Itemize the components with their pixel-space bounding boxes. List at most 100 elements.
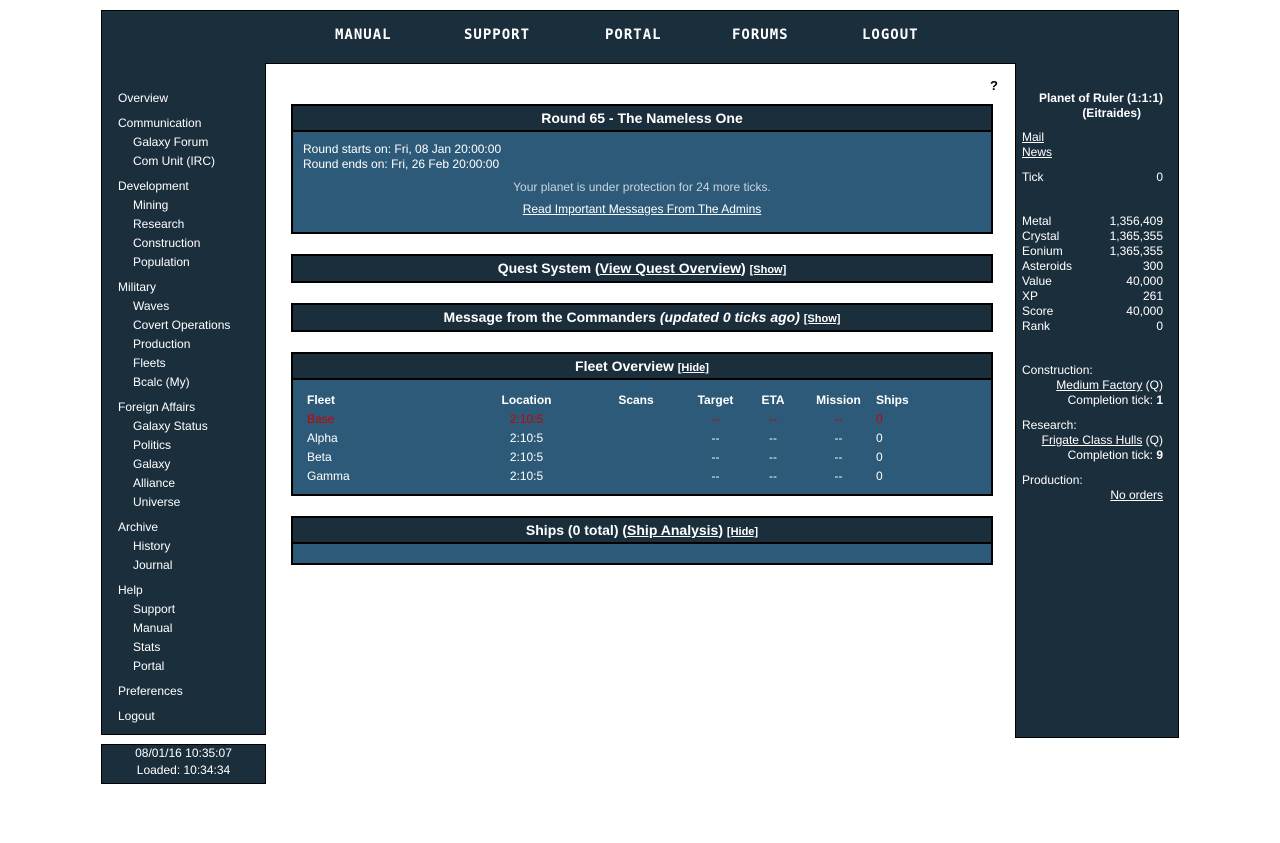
col-header-mission: Mission — [816, 392, 861, 407]
fleet-scans — [586, 428, 686, 447]
fleet-location: 2:10:5 — [509, 430, 544, 445]
sidebar-item-manual[interactable]: Manual — [133, 621, 172, 635]
sidebar-item-population[interactable]: Population — [133, 255, 190, 269]
sidebar-item-mining[interactable]: Mining — [133, 198, 168, 212]
fleet-target: -- — [711, 411, 720, 426]
sidebar-item-fleets[interactable]: Fleets — [133, 356, 166, 370]
fleet-name: Alpha — [307, 430, 338, 445]
view-quest-overview-link[interactable]: View Quest Overview — [600, 260, 741, 276]
fleet-scans — [586, 466, 686, 485]
col-header-scans: Scans — [618, 392, 654, 407]
quest-title-close: ) — [741, 260, 746, 276]
quest-title: Quest System ( — [497, 260, 600, 276]
ships-hide-toggle[interactable]: [Hide] — [727, 526, 758, 538]
sidebar-item-waves[interactable]: Waves — [133, 299, 169, 313]
top-nav-forums[interactable]: FORUMS — [732, 27, 789, 43]
fleet-ships: 0 — [876, 430, 883, 445]
sidebar-item-stats[interactable]: Stats — [133, 640, 160, 654]
ship-analysis-link[interactable]: Ship Analysis — [627, 522, 718, 538]
sidebar-item-production[interactable]: Production — [133, 337, 190, 351]
top-nav-logout[interactable]: LOGOUT — [862, 27, 919, 43]
fleet-target: -- — [711, 449, 720, 464]
sidebar-item-archive[interactable]: Archive — [118, 520, 158, 534]
sidebar-item-development[interactable]: Development — [118, 179, 189, 193]
left-sidebar: Overview Communication Galaxy Forum Com … — [101, 63, 266, 735]
construction-item-link[interactable]: Medium Factory — [1056, 378, 1142, 392]
fleet-location: 2:10:5 — [509, 468, 544, 483]
construction-label: Construction: — [1022, 363, 1093, 377]
stat-label: Crystal — [1022, 229, 1060, 243]
sidebar-item-galaxy-forum[interactable]: Galaxy Forum — [133, 135, 208, 149]
fleet-table-header: Fleet Location Scans Target ETA Mission … — [307, 390, 936, 409]
top-nav-portal[interactable]: PORTAL — [605, 27, 662, 43]
stat-value: 1,356,409 — [1109, 214, 1163, 228]
help-question-mark[interactable]: ? — [990, 78, 998, 93]
server-time: 08/01/16 10:35:07 — [135, 746, 232, 760]
server-clock: 08/01/16 10:35:07 Loaded: 10:34:34 — [101, 744, 266, 784]
round-start: Round starts on: Fri, 08 Jan 20:00:00 — [303, 142, 502, 156]
sidebar-item-preferences[interactable]: Preferences — [118, 684, 183, 698]
fleet-mission: -- — [834, 411, 843, 426]
loaded-time: Loaded: 10:34:34 — [136, 763, 231, 777]
fleet-name: Gamma — [307, 468, 350, 483]
construction-tick-label: Completion tick: — [1067, 393, 1157, 407]
fleet-mission: -- — [834, 468, 843, 483]
sidebar-item-com-unit[interactable]: Com Unit (IRC) — [133, 154, 215, 168]
sidebar-item-galaxy-status[interactable]: Galaxy Status — [133, 419, 208, 433]
stat-value: 40,000 — [1126, 304, 1163, 318]
protection-notice: Your planet is under protection for 24 m… — [513, 180, 771, 194]
top-nav-bar: MANUAL SUPPORT PORTAL FORUMS LOGOUT — [101, 10, 1179, 64]
fleet-eta: -- — [769, 411, 777, 426]
sidebar-item-portal[interactable]: Portal — [133, 659, 164, 673]
ships-title: Ships (0 total) ( — [525, 522, 628, 538]
sidebar-item-covert-operations[interactable]: Covert Operations — [133, 318, 230, 332]
tick-value: 0 — [1156, 170, 1163, 184]
table-row: Gamma 2:10:5 -- -- -- 0 — [307, 466, 936, 485]
news-link[interactable]: News — [1022, 145, 1052, 159]
top-nav-manual[interactable]: MANUAL — [335, 27, 392, 43]
fleet-overview-hide-toggle[interactable]: [Hide] — [678, 362, 709, 374]
construction-queue-marker: (Q) — [1142, 378, 1163, 392]
research-item-link[interactable]: Frigate Class Hulls — [1042, 433, 1143, 447]
commanders-show-toggle[interactable]: [Show] — [804, 313, 841, 325]
sidebar-item-history[interactable]: History — [133, 539, 170, 553]
sidebar-item-military[interactable]: Military — [118, 280, 156, 294]
fleet-ships: 0 — [876, 449, 883, 464]
stat-label: XP — [1022, 289, 1039, 303]
mail-link[interactable]: Mail — [1022, 130, 1044, 144]
sidebar-item-logout[interactable]: Logout — [118, 709, 155, 723]
stat-value: 0 — [1156, 319, 1163, 333]
col-header-fleet: Fleet — [307, 392, 336, 407]
production-label: Production: — [1022, 473, 1083, 487]
fleet-ships: 0 — [876, 411, 883, 426]
sidebar-item-universe[interactable]: Universe — [133, 495, 180, 509]
fleet-mission: -- — [834, 449, 843, 464]
sidebar-item-overview[interactable]: Overview — [118, 91, 168, 105]
sidebar-item-support[interactable]: Support — [133, 602, 175, 616]
sidebar-item-communication[interactable]: Communication — [118, 116, 201, 130]
stat-label: Metal — [1022, 214, 1052, 228]
fleet-scans — [586, 409, 686, 428]
sidebar-item-bcalc[interactable]: Bcalc (My) — [133, 375, 190, 389]
sidebar-item-journal[interactable]: Journal — [133, 558, 172, 572]
sidebar-item-research[interactable]: Research — [133, 217, 184, 231]
round-title: Round 65 - The Nameless One — [293, 106, 991, 132]
sidebar-item-construction[interactable]: Construction — [133, 236, 200, 250]
commanders-message-updated: (updated 0 ticks ago) — [659, 309, 800, 325]
sidebar-item-alliance[interactable]: Alliance — [133, 476, 175, 490]
sidebar-item-galaxy[interactable]: Galaxy — [133, 457, 170, 471]
fleet-location: 2:10:5 — [509, 449, 544, 464]
sidebar-item-help[interactable]: Help — [118, 583, 143, 597]
fleet-target: -- — [711, 468, 720, 483]
fleet-table: Fleet Location Scans Target ETA Mission … — [307, 390, 936, 485]
sidebar-item-politics[interactable]: Politics — [133, 438, 171, 452]
round-panel: Round 65 - The Nameless One Round starts… — [291, 104, 993, 234]
research-tick-value: 9 — [1156, 448, 1163, 462]
production-orders-link[interactable]: No orders — [1110, 488, 1163, 502]
top-nav-support[interactable]: SUPPORT — [464, 27, 530, 43]
fleet-eta: -- — [769, 468, 777, 483]
admin-messages-link[interactable]: Read Important Messages From The Admins — [523, 202, 762, 216]
col-header-ships: Ships — [876, 392, 909, 407]
quest-show-toggle[interactable]: [Show] — [750, 264, 787, 276]
sidebar-item-foreign-affairs[interactable]: Foreign Affairs — [118, 400, 195, 414]
